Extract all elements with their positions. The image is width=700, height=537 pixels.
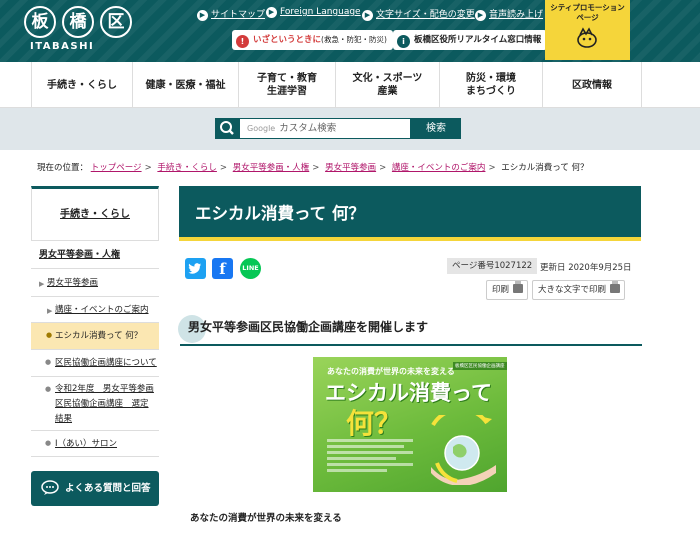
chat-bubble-icon bbox=[41, 480, 59, 495]
facebook-share-button[interactable]: f bbox=[212, 258, 233, 279]
bullet-icon: ● bbox=[46, 331, 53, 339]
logo-char-3: 区 bbox=[100, 6, 132, 38]
logo-subtitle: ITABASHI bbox=[30, 41, 95, 52]
promo-label: シティプロモーション ページ bbox=[550, 3, 625, 22]
ethical-consumption-poster: 板橋区区民協働企画講座 あなたの消費が世界の未来を変える エシカル消費って 何？ bbox=[313, 357, 507, 492]
logo-char-1: 板 bbox=[24, 6, 56, 38]
line-share-button[interactable]: LINE bbox=[240, 258, 261, 279]
realtime-window-button[interactable]: i 板橋区役所リアルタイム窓口情報 bbox=[393, 30, 548, 50]
poster-title-question: 何？ bbox=[346, 407, 403, 440]
text-size-color-link[interactable]: ▶ 文字サイズ・配色の変更 bbox=[362, 7, 475, 21]
emergency-button[interactable]: ! いざというときに(救急・防犯・防災) bbox=[232, 30, 393, 50]
bullet-icon: ● bbox=[45, 439, 52, 447]
voice-reading-link[interactable]: ▶ 音声読み上げ bbox=[475, 7, 543, 21]
warning-icon: ! bbox=[236, 35, 249, 48]
twitter-share-button[interactable] bbox=[185, 258, 206, 279]
promotion-mascot-icon bbox=[577, 27, 597, 48]
breadcrumb-events[interactable]: 講座・イベントのご案内 bbox=[392, 163, 486, 173]
search-band: Google カスタム検索 検索 bbox=[0, 108, 700, 150]
nav-disaster-environment[interactable]: 防災・環境 まちづくり bbox=[439, 62, 542, 108]
global-nav: 手続き・くらし 健康・医療・福祉 子育て・教育 生涯学習 文化・スポーツ 産業 防災… bbox=[0, 62, 700, 108]
city-promotion-link[interactable]: シティプロモーション ページ bbox=[545, 0, 630, 60]
printer-icon bbox=[513, 281, 524, 293]
twitter-bird-icon bbox=[188, 263, 201, 274]
site-header: 板 橋 区 ITABASHI ▶ サイトマップ ▶ Foreign Language… bbox=[0, 0, 700, 62]
nav-municipal-info[interactable]: 区政情報 bbox=[542, 62, 642, 108]
search-button[interactable]: 検索 bbox=[411, 118, 461, 139]
itabashi-logo[interactable]: 板 橋 区 ITABASHI bbox=[24, 6, 136, 56]
poster-tagline: あなたの消費が世界の未来を変える bbox=[327, 367, 455, 376]
breadcrumb-gender-equality-rights[interactable]: 男女平等参画・人権 bbox=[233, 163, 310, 173]
search-icon[interactable] bbox=[215, 118, 239, 139]
bullet-icon: ● bbox=[45, 385, 52, 393]
search-input[interactable]: Google カスタム検索 bbox=[239, 118, 411, 139]
sidebar-item-collab-course[interactable]: ● 区民協働企画講座について bbox=[31, 350, 159, 377]
nav-procedures-living[interactable]: 手続き・くらし bbox=[31, 62, 132, 108]
breadcrumb-procedures[interactable]: 手続き・くらし bbox=[157, 163, 217, 173]
breadcrumb: 現在の位置： トップページ > 手続き・くらし > 男女平等参画・人権 > 男女平等参… bbox=[37, 163, 589, 173]
sitemap-link[interactable]: ▶ サイトマップ bbox=[197, 7, 265, 21]
nav-health-welfare[interactable]: 健康・医療・福祉 bbox=[132, 62, 238, 108]
breadcrumb-top[interactable]: トップページ bbox=[91, 163, 142, 173]
section-heading: 男女平等参画区民協働企画講座を開催します bbox=[180, 312, 642, 346]
poster-badge: 板橋区区民協働企画講座 bbox=[453, 362, 507, 370]
page-title: エシカル消費って 何？ bbox=[179, 186, 641, 241]
sidebar-item-gender-equality-rights[interactable]: 男女平等参画・人権 bbox=[31, 241, 159, 269]
poster-body-text bbox=[327, 439, 413, 472]
large-print-button[interactable]: 大きな文字で印刷 bbox=[532, 280, 626, 300]
sidebar-item-gender-equality[interactable]: ▶ 男女平等参画 bbox=[31, 269, 159, 297]
breadcrumb-gender-equality[interactable]: 男女平等参画 bbox=[325, 163, 376, 173]
page-number: ページ番号1027122 bbox=[447, 258, 538, 274]
sidebar-item-selection-results[interactable]: ● 令和2年度 男女平等参画区民協働企画講座 選定結果 bbox=[31, 377, 159, 431]
nav-culture-sports[interactable]: 文化・スポーツ 産業 bbox=[335, 62, 439, 108]
nav-childcare-education[interactable]: 子育て・教育 生涯学習 bbox=[238, 62, 335, 108]
arrow-right-icon: ▶ bbox=[362, 10, 373, 21]
article-caption: あなたの消費が世界の未来を変える bbox=[190, 513, 342, 524]
chevron-right-icon: ▶ bbox=[47, 307, 53, 315]
bullet-icon: ● bbox=[45, 358, 52, 366]
printer-icon bbox=[610, 281, 621, 293]
sidebar-item-events[interactable]: ▶ 講座・イベントのご案内 bbox=[31, 297, 159, 323]
foreign-language-link[interactable]: ▶ Foreign Language bbox=[266, 7, 361, 18]
arrow-right-icon: ▶ bbox=[475, 10, 486, 21]
arrow-right-icon: ▶ bbox=[197, 10, 208, 21]
print-button[interactable]: 印刷 bbox=[486, 280, 529, 300]
chevron-right-icon: ▶ bbox=[39, 280, 45, 288]
breadcrumb-current: エシカル消費って 何？ bbox=[501, 163, 589, 173]
info-icon: i bbox=[397, 35, 410, 48]
arrow-right-icon: ▶ bbox=[266, 7, 277, 18]
globe-in-hands-icon bbox=[431, 415, 496, 485]
sidebar-item-current[interactable]: ● エシカル消費って 何？ bbox=[31, 323, 159, 350]
sidebar-title[interactable]: 手続き・くらし bbox=[31, 186, 159, 241]
faq-button[interactable]: よくある質問と回答 bbox=[31, 471, 159, 506]
logo-char-2: 橋 bbox=[62, 6, 94, 38]
sidebar-item-i-salon[interactable]: ● I（あい）サロン bbox=[31, 431, 159, 457]
updated-date: 更新日 2020年9月25日 bbox=[540, 263, 632, 273]
